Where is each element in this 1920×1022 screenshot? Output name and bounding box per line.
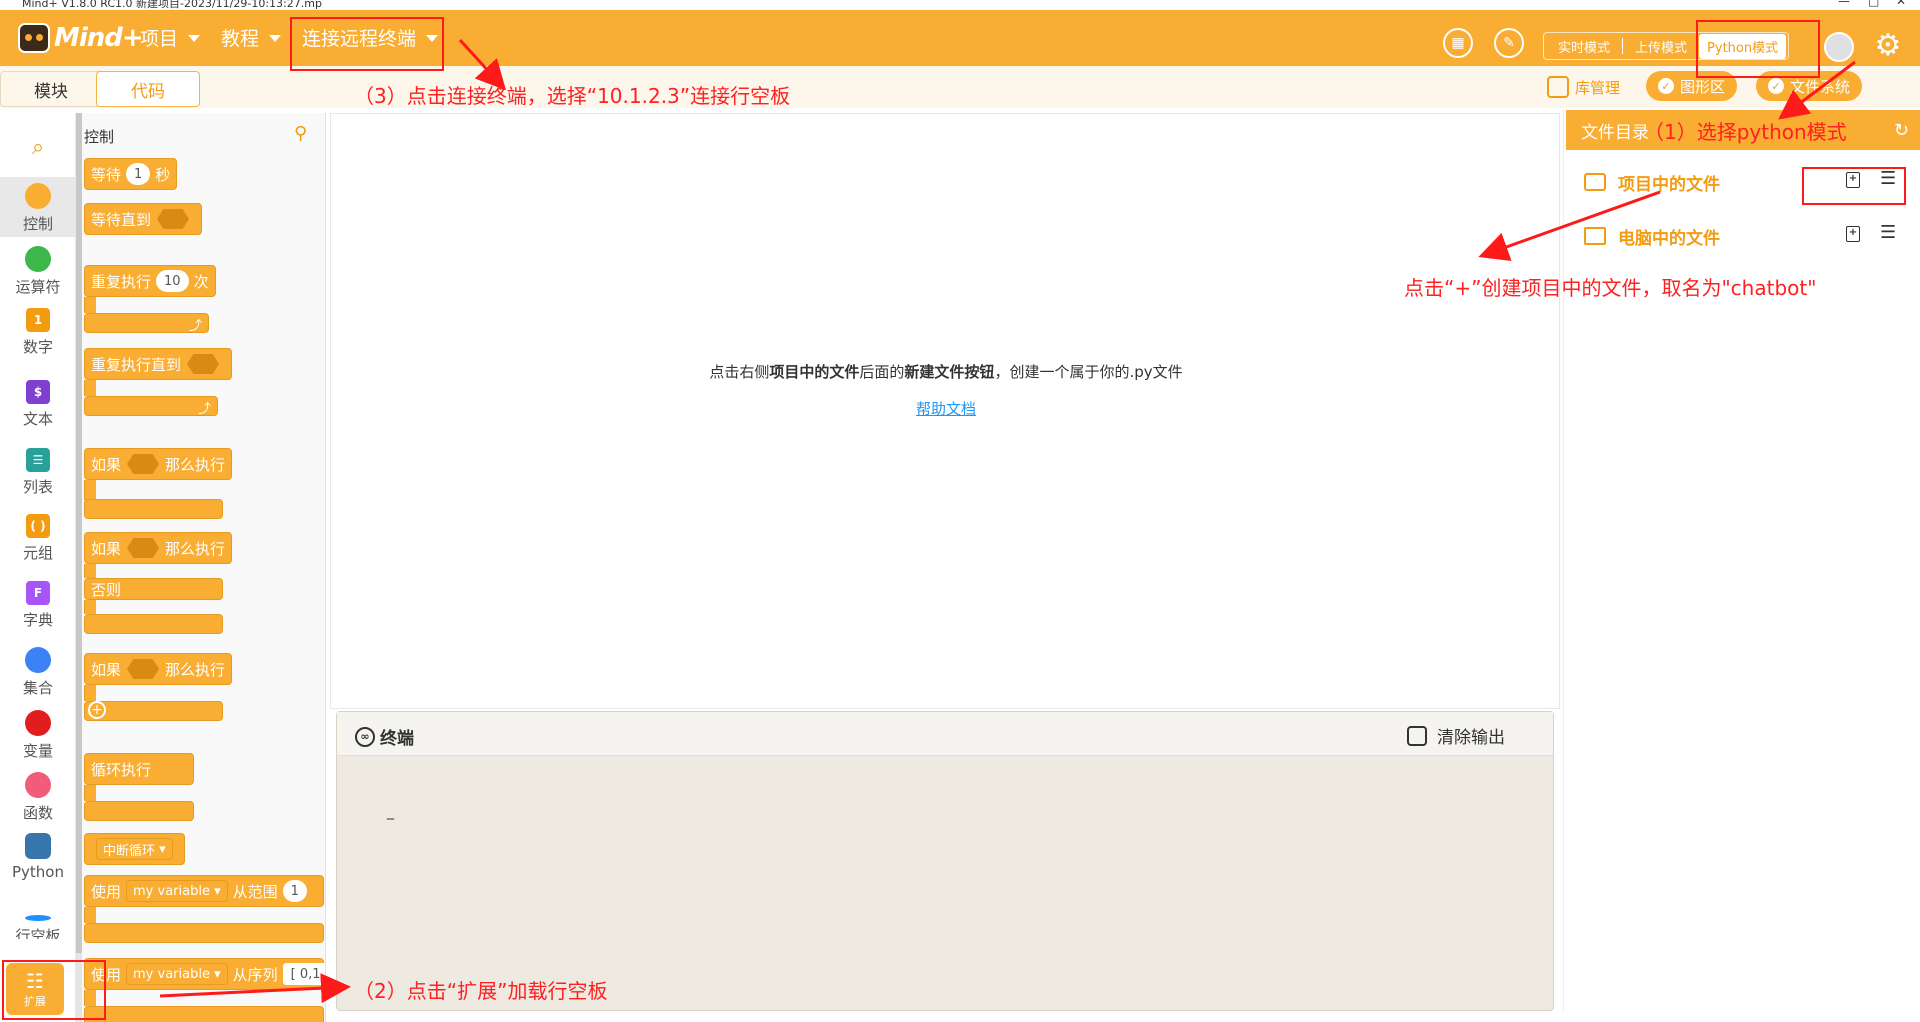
annotation-arrows bbox=[159, 38, 1856, 1004]
arrow-new-file bbox=[1478, 190, 1661, 262]
arrow-step3 bbox=[458, 38, 507, 91]
arrow-step2 bbox=[159, 973, 351, 1004]
arrow-step1 bbox=[1778, 60, 1856, 120]
